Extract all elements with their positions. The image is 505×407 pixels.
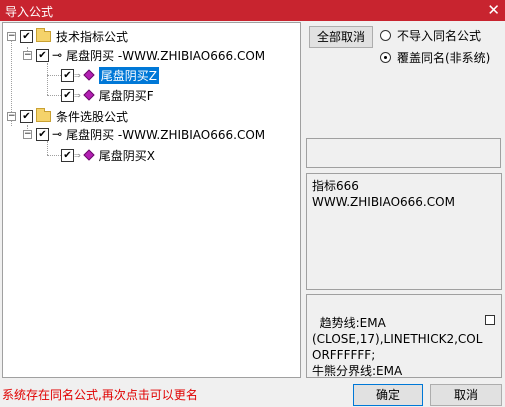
item-checkbox[interactable]: ✔ xyxy=(36,48,49,62)
status-message: 系统存在同名公式,再次点击可以更名 xyxy=(2,388,198,402)
formula-label: 尾盘阴买F xyxy=(98,88,154,103)
folder-icon xyxy=(36,27,51,42)
radio-no-import-label: 不导入同名公式 xyxy=(397,29,482,43)
collapse-icon[interactable]: − xyxy=(7,111,16,121)
tree-line xyxy=(47,95,61,96)
link-icon: ⇒ xyxy=(74,150,81,160)
key-icon: ⊸ xyxy=(52,127,63,141)
tree-formula-z[interactable]: ✔ ⇒ 尾盘阴买Z xyxy=(61,66,159,84)
diamond-icon xyxy=(83,89,95,101)
key-icon: ⊸ xyxy=(52,48,63,62)
code-text: 趋势线:EMA (CLOSE,17),LINETHICK2,COL ORFFFF… xyxy=(312,316,483,378)
group-checkbox[interactable]: ✔ xyxy=(20,29,33,43)
collapse-icon[interactable]: − xyxy=(7,31,16,41)
tree-item-formula-set[interactable]: − ✔ ⊸ 尾盘阴买 -WWW.ZHIBIAO666.COM xyxy=(23,46,265,64)
tree-group-screen[interactable]: − ✔ 条件选股公式 xyxy=(7,107,128,125)
title-bar: 导入公式 ✕ xyxy=(0,0,505,21)
info-panel: 指标666 WWW.ZHIBIAO666.COM xyxy=(306,173,502,290)
tree-line xyxy=(47,155,61,156)
link-icon: ⇒ xyxy=(74,70,81,80)
item-label: 尾盘阴买 -WWW.ZHIBIAO666.COM xyxy=(66,127,266,142)
formula-tree[interactable]: − ✔ 技术指标公式 − ✔ ⊸ 尾盘阴买 -WWW.ZHIBIAO666.CO… xyxy=(2,22,301,378)
radio-overwrite-label: 覆盖同名(非系统) xyxy=(397,51,491,65)
tree-line xyxy=(47,63,48,95)
close-icon[interactable]: ✕ xyxy=(487,1,500,19)
tree-line xyxy=(47,75,61,76)
cancel-button[interactable]: 取消 xyxy=(430,384,502,406)
formula-checkbox[interactable]: ✔ xyxy=(61,68,74,82)
folder-icon xyxy=(36,107,51,122)
formula-label: 尾盘阴买Z xyxy=(98,66,159,84)
tree-item-formula-set[interactable]: − ✔ ⊸ 尾盘阴买 -WWW.ZHIBIAO666.COM xyxy=(23,125,265,143)
tree-line xyxy=(47,141,48,155)
tree-group-tech[interactable]: − ✔ 技术指标公式 xyxy=(7,27,128,45)
window-title: 导入公式 xyxy=(5,5,54,19)
code-panel[interactable]: 趋势线:EMA (CLOSE,17),LINETHICK2,COL ORFFFF… xyxy=(306,294,502,378)
item-checkbox[interactable]: ✔ xyxy=(36,127,49,141)
item-label: 尾盘阴买 -WWW.ZHIBIAO666.COM xyxy=(66,48,266,63)
formula-label: 尾盘阴买X xyxy=(98,148,155,163)
collapse-icon[interactable]: − xyxy=(23,129,32,139)
radio-no-import[interactable]: 不导入同名公式 xyxy=(380,27,481,44)
radio-overwrite[interactable]: 覆盖同名(非系统) xyxy=(380,49,490,66)
cancel-all-button[interactable]: 全部取消 xyxy=(309,26,373,48)
tree-formula-x[interactable]: ✔ ⇒ 尾盘阴买X xyxy=(61,146,155,164)
collapse-icon[interactable]: − xyxy=(23,50,32,60)
link-icon: ⇒ xyxy=(74,90,81,100)
tree-formula-f[interactable]: ✔ ⇒ 尾盘阴买F xyxy=(61,86,154,104)
diamond-icon xyxy=(83,69,95,81)
code-panel-checkbox[interactable] xyxy=(485,315,495,325)
group-label: 条件选股公式 xyxy=(56,109,129,124)
radio-overwrite-circle[interactable] xyxy=(380,52,391,63)
formula-checkbox[interactable]: ✔ xyxy=(61,88,74,102)
group-label: 技术指标公式 xyxy=(56,29,129,44)
group-checkbox[interactable]: ✔ xyxy=(20,109,33,123)
empty-panel xyxy=(306,138,501,168)
radio-no-import-circle[interactable] xyxy=(380,30,391,41)
formula-checkbox[interactable]: ✔ xyxy=(61,148,74,162)
diamond-icon xyxy=(83,149,95,161)
ok-button[interactable]: 确定 xyxy=(353,384,423,406)
